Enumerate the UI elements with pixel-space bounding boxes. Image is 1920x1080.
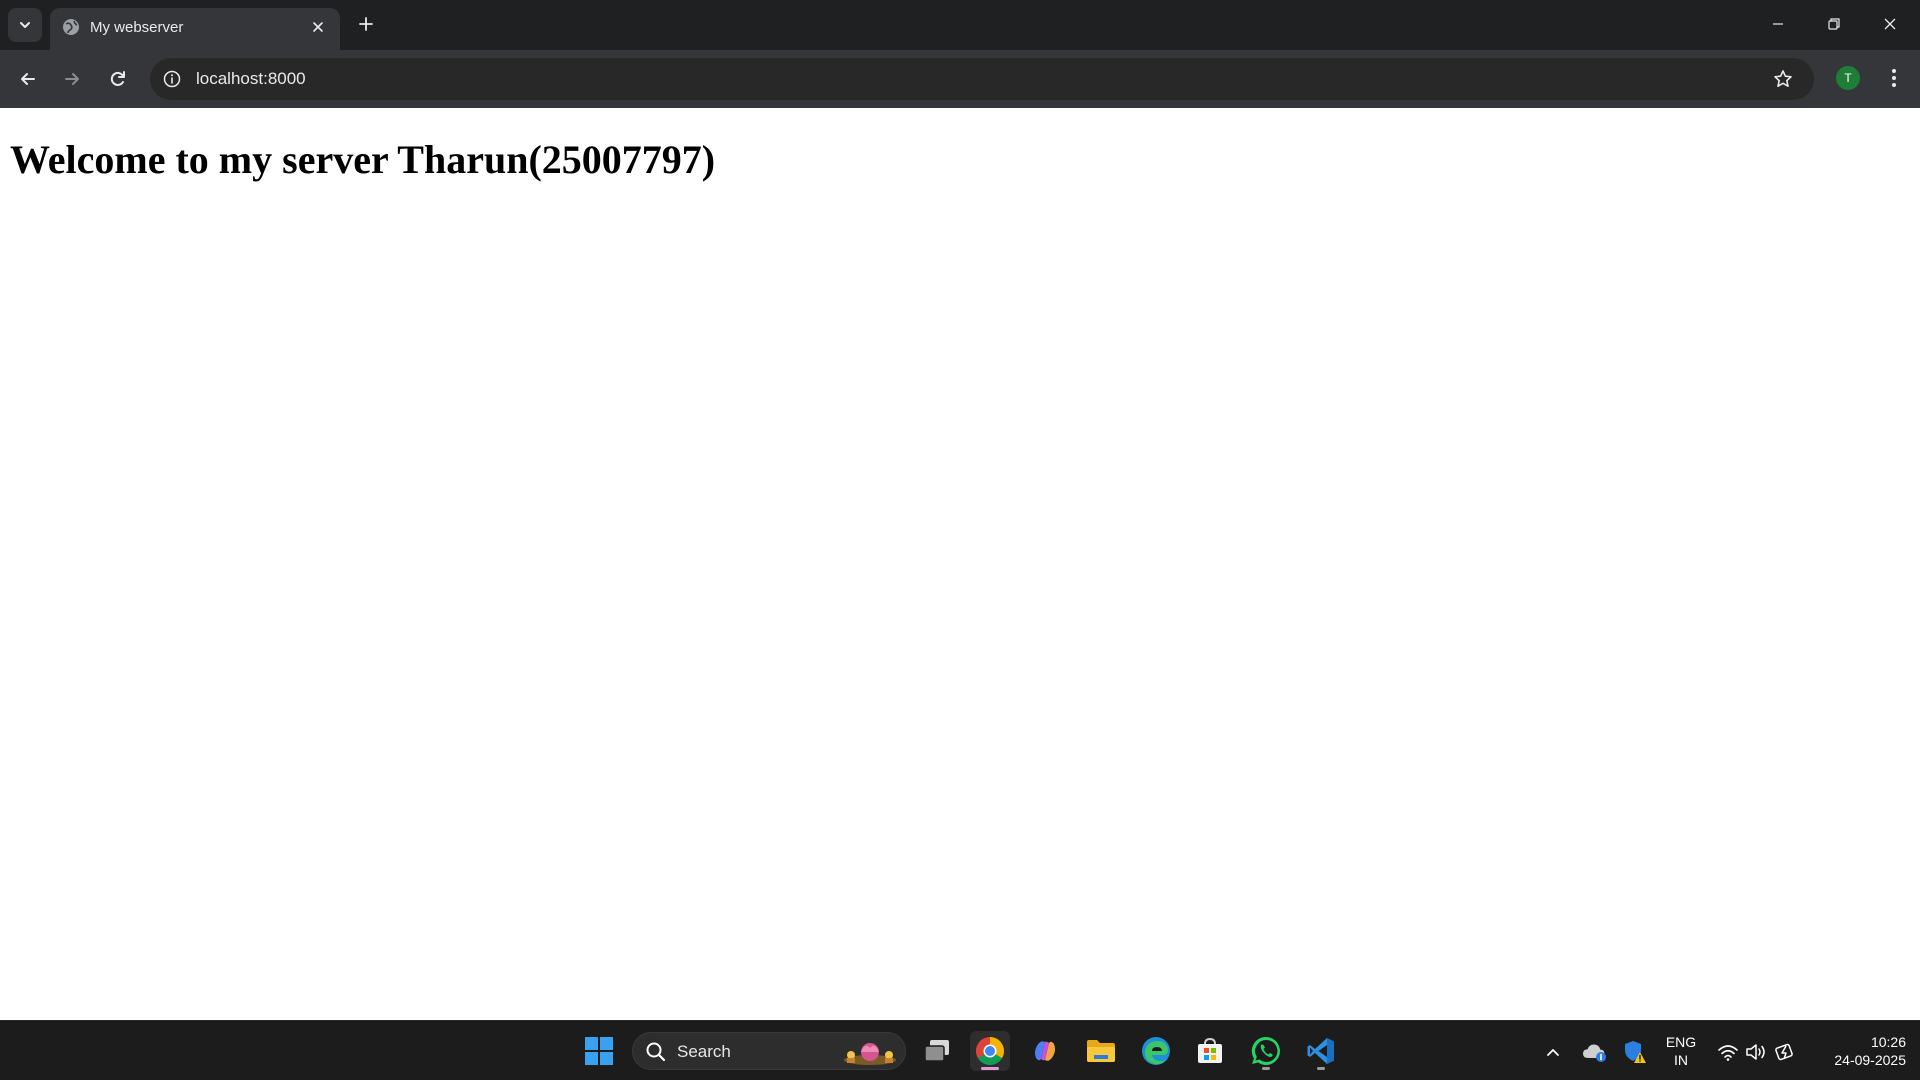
globe-icon [63,19,79,35]
clock-time: 10:26 [1870,1034,1906,1050]
minimize-icon [1773,23,1783,25]
vscode-icon [1307,1038,1334,1064]
taskbar-app-whatsapp[interactable] [1246,1031,1286,1071]
web-page-content: Welcome to my server Tharun(25007797) [0,108,1920,1020]
tray-security-button[interactable] [1620,1037,1650,1067]
site-info-button[interactable] [160,67,184,91]
tab-close-button[interactable] [306,15,330,39]
language-region: IN [1674,1052,1688,1068]
arrow-right-icon [65,73,79,85]
page-heading: Welcome to my server Tharun(25007797) [10,137,716,182]
minimize-button[interactable] [1750,0,1806,48]
quick-settings-button[interactable] [1712,1037,1804,1067]
arrow-left-icon [21,73,35,85]
address-bar-url[interactable]: localhost:8000 [196,68,306,90]
browser-tab-active[interactable]: My webserver [50,8,340,50]
taskbar-search-box[interactable]: Search [632,1032,906,1070]
plus-icon [359,17,373,31]
active-app-indicator [981,1067,999,1070]
close-icon [313,22,323,32]
task-view-button[interactable] [917,1031,957,1071]
info-icon [163,70,181,88]
bookmark-button[interactable] [1770,66,1796,92]
taskbar-app-vscode[interactable] [1301,1031,1341,1071]
folder-icon [1087,1040,1115,1062]
more-vertical-icon [1892,69,1896,87]
reload-button[interactable] [102,63,134,95]
clock-button[interactable]: 10:26 24-09-2025 [1810,1033,1906,1069]
taskbar-app-edge[interactable] [1136,1031,1176,1071]
edge-icon [1142,1037,1170,1065]
search-icon [646,1042,666,1062]
close-icon [1884,18,1896,30]
windows-logo-icon [585,1037,613,1065]
wifi-icon [1718,1045,1738,1061]
chrome-icon [976,1037,1004,1065]
taskbar-app-file-explorer[interactable] [1081,1031,1121,1071]
taskbar-app-copilot[interactable] [1025,1031,1065,1071]
show-hidden-icons-button[interactable] [1540,1039,1566,1065]
copilot-icon [1035,1041,1055,1061]
new-tab-button[interactable] [352,10,380,38]
tab-title: My webserver [90,19,184,36]
language-indicator[interactable]: ENG IN [1658,1033,1704,1069]
profile-avatar[interactable]: T [1836,66,1860,90]
star-icon [1774,70,1792,87]
taskbar-app-chrome[interactable] [970,1031,1010,1071]
running-app-indicator [1262,1067,1270,1070]
chevron-up-icon [1547,1049,1559,1056]
close-window-button[interactable] [1862,0,1918,48]
task-view-icon [924,1040,949,1062]
taskbar-app-store[interactable] [1190,1031,1230,1071]
cloud-icon [1583,1044,1606,1062]
back-button[interactable] [12,63,44,95]
volume-icon [1746,1044,1765,1060]
restore-icon [1828,18,1840,30]
language-code: ENG [1665,1034,1697,1050]
battery-charging-icon [1775,1043,1793,1061]
restore-button[interactable] [1806,0,1862,48]
browser-menu-button[interactable] [1880,64,1908,92]
store-icon [1198,1037,1222,1063]
whatsapp-icon [1251,1036,1280,1065]
reload-icon [110,71,125,86]
tab-search-button[interactable] [8,8,42,42]
forward-button[interactable] [56,63,88,95]
running-app-indicator [1317,1067,1325,1070]
address-bar[interactable]: localhost:8000 [150,58,1814,100]
search-highlight-illustration-icon [844,1043,896,1065]
shield-warning-icon [1625,1041,1646,1063]
browser-tab-strip: My webserver [0,0,1920,50]
start-button[interactable] [579,1031,619,1071]
browser-toolbar: localhost:8000 [0,50,1920,108]
tray-onedrive-button[interactable] [1580,1038,1610,1066]
clock-date: 24-09-2025 [1834,1052,1906,1068]
chevron-down-icon [20,22,30,28]
taskbar: Search ENG IN 10:26 24-09-2025 [0,1020,1920,1080]
taskbar-search-label: Search [677,1042,731,1061]
